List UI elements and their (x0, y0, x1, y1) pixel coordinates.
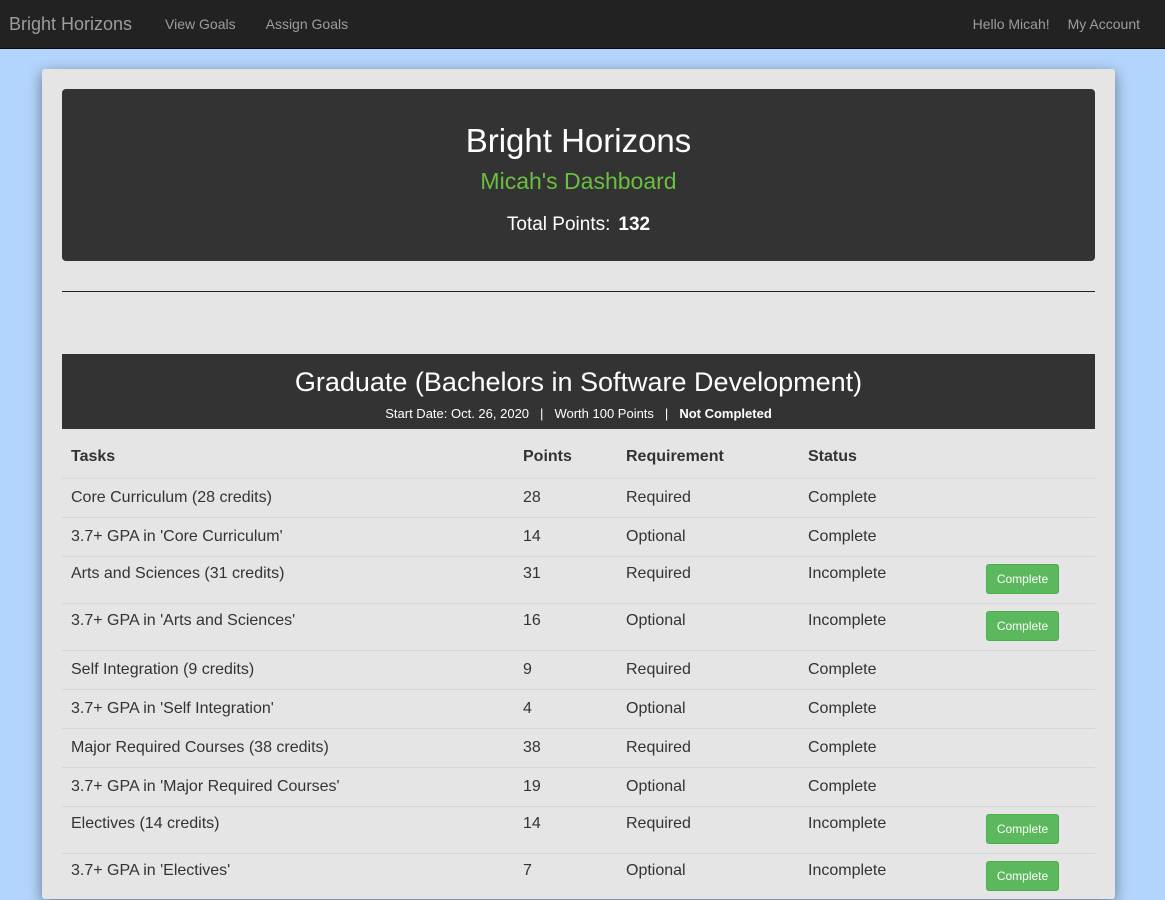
task-points-cell: 7 (514, 852, 617, 900)
tasks-table: Tasks Points Requirement Status Core Cur… (62, 429, 1095, 900)
hero-subtitle: Micah's Dashboard (480, 168, 677, 194)
task-requirement-cell: Required (617, 649, 799, 689)
task-name-cell: Self Integration (9 credits) (62, 649, 514, 689)
task-name-cell: 3.7+ GPA in 'Self Integration' (62, 688, 514, 728)
table-row: Core Curriculum (28 credits) 28 Required Co… (62, 477, 1095, 517)
task-action-cell: Complete (977, 852, 1095, 900)
table-row: 3.7+ GPA in 'Self Integration' 4 Optional C… (62, 688, 1095, 728)
table-row: 3.7+ GPA in 'Arts and Sciences' 16 Optiona… (62, 602, 1095, 650)
dashboard-hero: Bright Horizons Micah's Dashboard Total … (62, 89, 1095, 261)
task-action-cell (977, 727, 1095, 767)
task-points-cell: 14 (514, 516, 617, 556)
complete-task-button[interactable]: Complete (986, 610, 1059, 641)
task-requirement-cell: Optional (617, 766, 799, 806)
task-action-cell (977, 688, 1095, 728)
dashboard-panel: Bright Horizons Micah's Dashboard Total … (42, 69, 1115, 900)
task-status-cell: Complete (799, 766, 977, 806)
task-points-cell: 16 (514, 602, 617, 650)
task-name-cell: 3.7+ GPA in 'Major Required Courses' (62, 766, 514, 806)
task-name-cell: Core Curriculum (28 credits) (62, 477, 514, 517)
task-action-cell: Complete (977, 602, 1095, 650)
column-header-requirement: Requirement (617, 429, 799, 479)
complete-task-button[interactable]: Complete (986, 813, 1059, 844)
task-points-cell: 38 (514, 727, 617, 767)
task-requirement-cell: Optional (617, 516, 799, 556)
task-name-cell: Electives (14 credits) (62, 805, 514, 853)
task-requirement-cell: Optional (617, 688, 799, 728)
hero-title: Bright Horizons (465, 122, 692, 159)
task-action-cell (977, 766, 1095, 806)
nav-assign-goals[interactable]: Assign Goals (251, 16, 363, 32)
task-status-cell: Incomplete (799, 852, 977, 900)
table-row: 3.7+ GPA in 'Electives' 7 Optional Incomple… (62, 852, 1095, 900)
nav-my-account[interactable]: My Account (1059, 16, 1149, 32)
section-divider (62, 291, 1095, 292)
goal-start-date: Start Date: Oct. 26, 2020 (385, 406, 530, 421)
goal-title: Graduate (Bachelors in Software Developm… (294, 367, 863, 397)
task-requirement-cell: Optional (617, 602, 799, 650)
goal-meta: Start Date: Oct. 26, 2020 | Worth 100 Poin… (62, 406, 1095, 421)
task-points-cell: 31 (514, 555, 617, 603)
goal-meta-separator: | (664, 406, 669, 421)
complete-task-button[interactable]: Complete (986, 860, 1059, 891)
task-name-cell: 3.7+ GPA in 'Electives' (62, 852, 514, 900)
task-name-cell: Arts and Sciences (31 credits) (62, 555, 514, 603)
task-points-cell: 4 (514, 688, 617, 728)
complete-task-button[interactable]: Complete (986, 563, 1059, 594)
nav-right-group: Hello Micah! My Account (964, 16, 1165, 32)
task-requirement-cell: Required (617, 555, 799, 603)
table-row: Arts and Sciences (31 credits) 31 Required… (62, 555, 1095, 603)
column-header-points: Points (514, 429, 617, 479)
task-points-cell: 9 (514, 649, 617, 689)
task-action-cell (977, 477, 1095, 517)
task-requirement-cell: Required (617, 477, 799, 517)
column-header-action (977, 429, 1095, 479)
total-points: Total Points: 132 (62, 214, 1095, 236)
tasks-table-body: Core Curriculum (28 credits) 28 Required Co… (62, 477, 1095, 900)
goal-worth: Worth 100 Points (554, 406, 654, 421)
nav-view-goals[interactable]: View Goals (150, 16, 251, 32)
task-status-cell: Incomplete (799, 602, 977, 650)
task-status-cell: Complete (799, 477, 977, 517)
column-header-tasks: Tasks (62, 429, 514, 479)
task-name-cell: 3.7+ GPA in 'Arts and Sciences' (62, 602, 514, 650)
goal-header: Graduate (Bachelors in Software Developm… (62, 354, 1095, 429)
task-action-cell: Complete (977, 805, 1095, 853)
task-action-cell: Complete (977, 555, 1095, 603)
task-points-cell: 28 (514, 477, 617, 517)
table-row: Major Required Courses (38 credits) 38 Req… (62, 727, 1095, 767)
nav-greeting[interactable]: Hello Micah! (964, 16, 1059, 32)
task-requirement-cell: Optional (617, 852, 799, 900)
goal-meta-separator: | (540, 406, 544, 421)
total-points-label: Total Points: (506, 214, 611, 235)
table-row: Electives (14 credits) 14 Required Incomple… (62, 805, 1095, 853)
task-action-cell (977, 516, 1095, 556)
task-status-cell: Complete (799, 516, 977, 556)
table-header-row: Tasks Points Requirement Status (62, 429, 1095, 479)
goal-status: Not Completed (679, 406, 772, 421)
top-navbar: Bright Horizons View Goals Assign Goals … (0, 0, 1165, 49)
task-requirement-cell: Required (617, 805, 799, 853)
task-status-cell: Incomplete (799, 555, 977, 603)
task-requirement-cell: Required (617, 727, 799, 767)
task-status-cell: Complete (799, 649, 977, 689)
task-action-cell (977, 649, 1095, 689)
task-name-cell: 3.7+ GPA in 'Core Curriculum' (62, 516, 514, 556)
task-status-cell: Complete (799, 688, 977, 728)
task-name-cell: Major Required Courses (38 credits) (62, 727, 514, 767)
task-points-cell: 19 (514, 766, 617, 806)
task-points-cell: 14 (514, 805, 617, 853)
table-row: 3.7+ GPA in 'Major Required Courses' 19 Op… (62, 766, 1095, 806)
total-points-value: 132 (618, 214, 651, 235)
task-status-cell: Incomplete (799, 805, 977, 853)
table-row: Self Integration (9 credits) 9 Required Com… (62, 649, 1095, 689)
column-header-status: Status (799, 429, 977, 479)
table-row: 3.7+ GPA in 'Core Curriculum' 14 Optional C… (62, 516, 1095, 556)
task-status-cell: Complete (799, 727, 977, 767)
brand-link[interactable]: Bright Horizons (0, 14, 132, 35)
